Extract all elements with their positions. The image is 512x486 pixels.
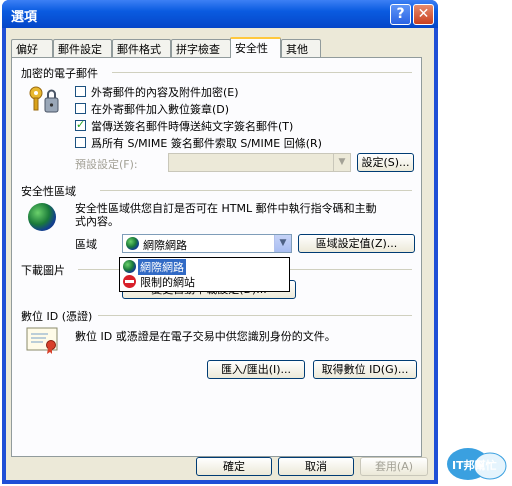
zone-select[interactable]: 網際網路 ▼ [122,234,292,253]
ok-button[interactable]: 確定 [196,457,272,476]
close-button[interactable]: ✕ [413,4,434,25]
zone-dropdown-list: 網際網路 限制的網站 [119,257,290,292]
settings-button[interactable]: 設定(S)... [357,153,414,172]
chevron-down-icon: ▼ [333,154,350,171]
help-button[interactable]: ? [390,4,411,25]
clear-text-signed-checkbox[interactable] [75,118,86,131]
lock-key-icon [29,86,59,113]
title-bar[interactable]: 選項 ? ✕ [2,0,438,28]
default-setting-select[interactable]: ▼ [168,153,351,172]
globe-icon [28,203,56,231]
tab-spelling[interactable]: 拼字檢查 [171,39,231,57]
tab-security[interactable]: 安全性 [230,37,281,58]
zone-label: 區域 [75,238,97,251]
zone-settings-button[interactable]: 區域設定值(Z)... [298,234,415,253]
globe-icon [126,237,139,250]
divider [112,72,412,73]
encrypt-contents-checkbox[interactable] [75,86,86,97]
import-export-button[interactable]: 匯入/匯出(I)... [207,360,305,379]
security-zone-description: 安全性區域供您自訂是否可在 HTML 郵件中執行指令碼和主動 [75,202,377,215]
cancel-button[interactable]: 取消 [278,457,354,476]
restricted-icon [123,275,136,288]
clear-text-signed-label: 當傳送簽名郵件時傳送純文字簽名郵件(T) [91,120,294,133]
tab-other[interactable]: 其他 [281,39,321,57]
zone-option-restricted[interactable]: 限制的網站 [120,274,287,289]
chevron-down-icon[interactable]: ▼ [274,235,291,252]
apply-button[interactable]: 套用(A) [360,457,428,476]
divider [100,190,412,191]
digital-id-description: 數位 ID 或憑證是在電子交易中供您識別身份的文件。 [75,330,336,343]
divider [98,315,412,316]
security-zone-header: 安全性區域 [21,185,76,198]
zone-select-value: 網際網路 [143,239,187,252]
tab-mail-format[interactable]: 郵件格式 [112,39,171,57]
watermark-logo: IT邦幫忙 [446,446,508,482]
zone-option-internet[interactable]: 網際網路 [120,259,287,275]
globe-icon [123,260,136,273]
watermark-text: IT邦幫忙 [452,459,497,472]
default-setting-label: 預設設定(F): [75,158,138,171]
encrypt-contents-label: 外寄郵件的內容及附件加密(E) [91,86,239,99]
certificate-icon [26,327,58,354]
dialog-body: 偏好 郵件設定 郵件格式 拼字檢查 安全性 其他 加密的電子郵件 外寄郵件的內容… [6,28,434,480]
download-pictures-header: 下載圖片 [21,264,65,277]
tab-mail-setup[interactable]: 郵件設定 [53,39,112,57]
encrypted-mail-header: 加密的電子郵件 [21,67,98,80]
smime-receipt-checkbox[interactable] [75,137,86,148]
digital-signature-label: 在外寄郵件加入數位簽章(D) [91,103,230,116]
get-digital-id-button[interactable]: 取得數位 ID(G)... [313,360,417,379]
digital-signature-checkbox[interactable] [75,103,86,114]
smime-receipt-label: 爲所有 S/MIME 簽名郵件索取 S/MIME 回條(R) [91,137,322,150]
tab-preferences[interactable]: 偏好 [11,39,53,57]
dialog-title: 選項 [11,10,38,25]
security-zone-description-cont: 式內容。 [75,215,119,228]
options-dialog: 選項 ? ✕ 偏好 郵件設定 郵件格式 拼字檢查 安全性 其他 加密的電子郵件 [2,0,438,484]
digital-id-header: 數位 ID (憑證) [21,310,93,323]
